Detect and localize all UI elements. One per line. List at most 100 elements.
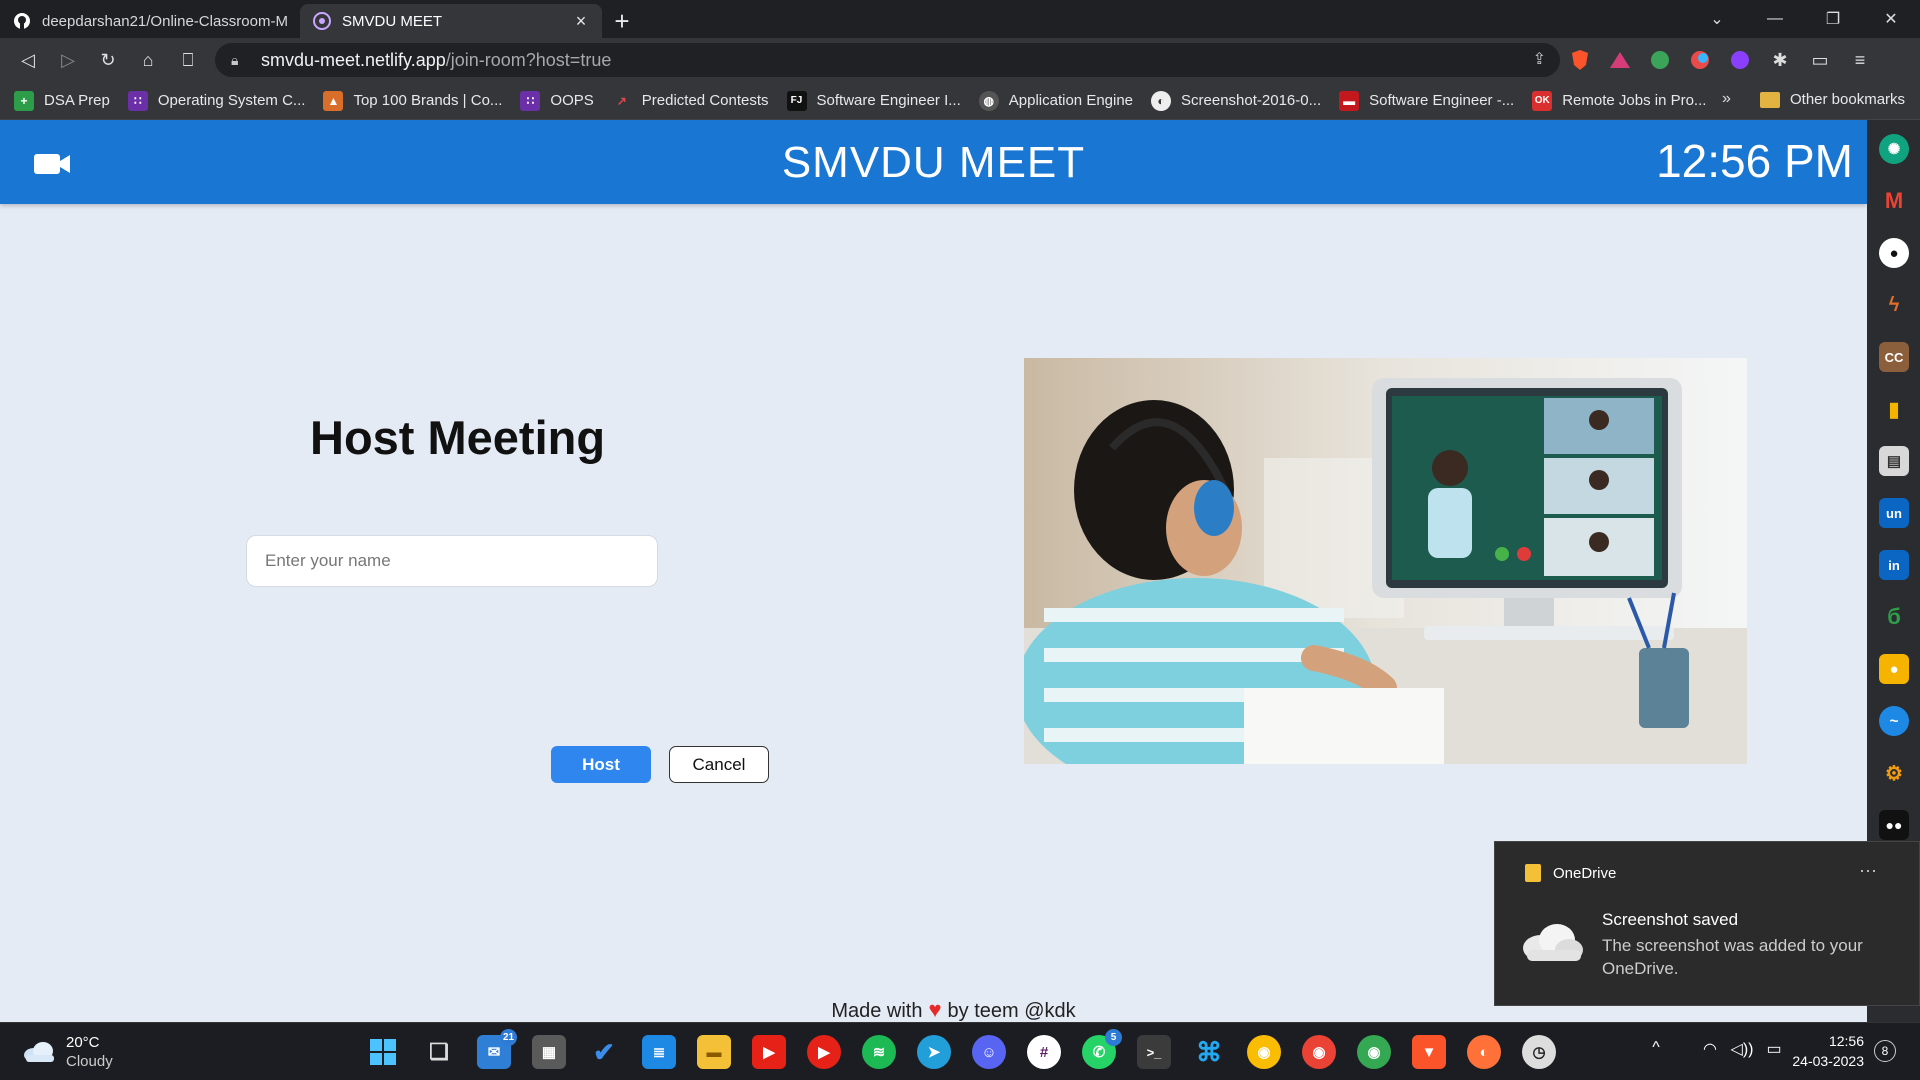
gfg-icon[interactable]: б bbox=[1879, 602, 1909, 632]
mail-icon[interactable]: ✉ 21 bbox=[477, 1029, 517, 1069]
extension-color-icon[interactable] bbox=[1680, 38, 1720, 82]
extension-purple-icon[interactable] bbox=[1720, 38, 1760, 82]
chevron-up-icon[interactable]: ^ bbox=[1640, 1039, 1672, 1059]
notepad-icon[interactable]: ≣ bbox=[642, 1035, 676, 1069]
todo-icon[interactable]: ✔ bbox=[587, 1035, 621, 1069]
bookmarks-overflow-icon[interactable]: » bbox=[1722, 90, 1731, 108]
code-icon[interactable]: ⚙ bbox=[1879, 758, 1909, 788]
onedrive-toast[interactable]: OneDrive ··· Screenshot saved The screen… bbox=[1494, 841, 1920, 1006]
toast-body: The screenshot was added to your OneDriv… bbox=[1602, 936, 1863, 978]
bookmark-item[interactable]: ∷ Operating System C... bbox=[127, 90, 305, 111]
gmail-icon[interactable]: M bbox=[1879, 186, 1909, 216]
footer-text: Made with bbox=[831, 1000, 923, 1022]
chrome-profile-icon[interactable]: ◉ bbox=[1302, 1035, 1336, 1069]
home-icon[interactable]: ⌂ bbox=[128, 40, 168, 80]
close-tab-icon[interactable]: × bbox=[572, 11, 590, 32]
tab-title: deepdarshan21/Online-Classroom-Me bbox=[42, 12, 288, 30]
youtube-music-icon[interactable]: ▶ bbox=[807, 1035, 841, 1069]
notification-count[interactable]: 8 bbox=[1874, 1040, 1896, 1062]
more-options-icon[interactable]: ··· bbox=[1859, 860, 1877, 881]
wallet-icon[interactable]: ▭ bbox=[1800, 38, 1840, 82]
reload-icon[interactable]: ↻ bbox=[88, 40, 128, 80]
firefox-icon[interactable]: ◐ bbox=[1467, 1035, 1501, 1069]
host-button[interactable]: Host bbox=[551, 746, 651, 783]
browser-toolbar: ◁ ▷ ↻ ⌂ ⎕ 🔒︎ smvdu-meet.netlify.app/join… bbox=[0, 38, 1920, 82]
chatgpt-icon[interactable]: ✺ bbox=[1879, 134, 1909, 164]
unstop-icon[interactable]: un bbox=[1879, 498, 1909, 528]
slack-icon[interactable]: # bbox=[1027, 1035, 1061, 1069]
tab-title: SMVDU MEET bbox=[342, 12, 443, 30]
brave-icon[interactable]: ▼ bbox=[1412, 1035, 1446, 1069]
calculator-icon[interactable]: ▦ bbox=[532, 1035, 566, 1069]
toast-title: Screenshot saved bbox=[1602, 910, 1739, 929]
dots-icon: ∷ bbox=[520, 90, 541, 111]
terminal-icon[interactable]: >_ bbox=[1137, 1035, 1171, 1069]
vscode-icon[interactable]: ⌘ bbox=[1192, 1035, 1226, 1069]
brave-rewards-icon[interactable] bbox=[1600, 38, 1640, 82]
whatsapp-badge: 5 bbox=[1105, 1029, 1122, 1046]
analytics-icon[interactable]: ▮ bbox=[1879, 394, 1909, 424]
whatsapp-icon[interactable]: ✆ 5 bbox=[1082, 1029, 1122, 1069]
telegram-icon[interactable]: ➤ bbox=[917, 1035, 951, 1069]
forward-icon[interactable]: ▷ bbox=[48, 40, 88, 80]
onedrive-app-icon bbox=[1525, 864, 1541, 882]
tab-github[interactable]: deepdarshan21/Online-Classroom-Me bbox=[0, 4, 300, 38]
clock-app-icon[interactable]: ◷ bbox=[1522, 1035, 1556, 1069]
new-tab-button[interactable]: + bbox=[602, 4, 642, 38]
bookmark-item[interactable]: + DSA Prep bbox=[14, 90, 110, 111]
spotify-icon[interactable]: ≋ bbox=[862, 1035, 896, 1069]
notebook-icon[interactable]: ▤ bbox=[1879, 446, 1909, 476]
other-bookmarks[interactable]: Other bookmarks bbox=[1760, 91, 1905, 108]
file-explorer-icon[interactable]: ▬ bbox=[697, 1035, 731, 1069]
tab-smvdu-meet[interactable]: SMVDU MEET × bbox=[300, 4, 602, 38]
chrome-icon[interactable]: ◉ bbox=[1247, 1035, 1281, 1069]
heart-icon: ♥ bbox=[928, 997, 942, 1022]
chrome-profile-2-icon[interactable]: ◉ bbox=[1357, 1035, 1391, 1069]
messenger-icon[interactable]: ~ bbox=[1879, 706, 1909, 736]
youtube-icon[interactable]: ▶ bbox=[752, 1035, 786, 1069]
bookmark-item[interactable]: ▬ Software Engineer -... bbox=[1339, 90, 1514, 111]
discord-icon[interactable]: ☺ bbox=[972, 1035, 1006, 1069]
medium-icon[interactable]: ●● bbox=[1879, 810, 1909, 840]
menu-icon[interactable]: ≡ bbox=[1840, 38, 1880, 82]
linkedin-icon[interactable]: in bbox=[1879, 550, 1909, 580]
tab-search-icon[interactable]: ⌄ bbox=[1688, 0, 1746, 38]
volume-icon[interactable]: ◁)) bbox=[1726, 1039, 1758, 1059]
globe-icon: ◍ bbox=[978, 90, 999, 111]
leetcode-icon[interactable]: ϟ bbox=[1879, 290, 1909, 320]
github-icon[interactable]: ● bbox=[1879, 238, 1909, 268]
weather-widget[interactable]: 20°C Cloudy bbox=[22, 1033, 113, 1071]
minimize-button[interactable]: — bbox=[1746, 0, 1804, 38]
start-icon[interactable] bbox=[366, 1035, 400, 1069]
bookmark-item[interactable]: OK Remote Jobs in Pro... bbox=[1532, 90, 1706, 111]
close-window-button[interactable]: ✕ bbox=[1862, 0, 1920, 38]
extension-green-icon[interactable] bbox=[1640, 38, 1680, 82]
bookmark-item[interactable]: ▲ Top 100 Brands | Co... bbox=[323, 90, 502, 111]
smvdu-meet-icon bbox=[312, 11, 332, 31]
mail-badge: 21 bbox=[500, 1029, 517, 1046]
puzzle-icon[interactable]: ✱ bbox=[1760, 38, 1800, 82]
task-view-icon[interactable]: ❏ bbox=[422, 1035, 456, 1069]
address-bar[interactable]: 🔒︎ smvdu-meet.netlify.app/join-room?host… bbox=[215, 43, 1560, 77]
back-icon[interactable]: ◁ bbox=[8, 40, 48, 80]
taskbar: 20°C Cloudy ❏ ✉ 21 ▦ ✔ ≣ ▬ ▶ ▶ ≋ ➤ ☺ # ✆ 5 … bbox=[0, 1022, 1920, 1080]
job-icon: ▬ bbox=[1339, 90, 1360, 111]
bookmark-item[interactable]: ◐ Screenshot-2016-0... bbox=[1151, 90, 1321, 111]
app-header: SMVDU MEET 12:56 PM bbox=[0, 120, 1867, 204]
system-clock[interactable]: 12:56 24-03-2023 bbox=[1780, 1031, 1864, 1071]
share-icon[interactable]: ⇪ bbox=[1533, 49, 1546, 69]
bookmark-icon[interactable]: ⎕ bbox=[168, 40, 208, 80]
bookmark-item[interactable]: ↗ Predicted Contests bbox=[612, 91, 769, 111]
wifi-icon[interactable]: ◠ bbox=[1694, 1039, 1726, 1059]
fj-icon: FJ bbox=[786, 90, 807, 111]
bookmark-item[interactable]: ∷ OOPS bbox=[520, 90, 594, 111]
keep-icon[interactable]: ● bbox=[1879, 654, 1909, 684]
restore-button[interactable]: ❐ bbox=[1804, 0, 1862, 38]
bookmark-item[interactable]: ◍ Application Engine bbox=[978, 90, 1133, 111]
codechef-icon[interactable]: CC bbox=[1879, 342, 1909, 372]
cancel-button[interactable]: Cancel bbox=[669, 746, 769, 783]
time: 12:56 bbox=[1828, 1033, 1864, 1049]
bookmark-item[interactable]: FJ Software Engineer I... bbox=[786, 90, 961, 111]
brave-shield-icon[interactable] bbox=[1560, 38, 1600, 82]
name-input[interactable] bbox=[246, 535, 658, 587]
